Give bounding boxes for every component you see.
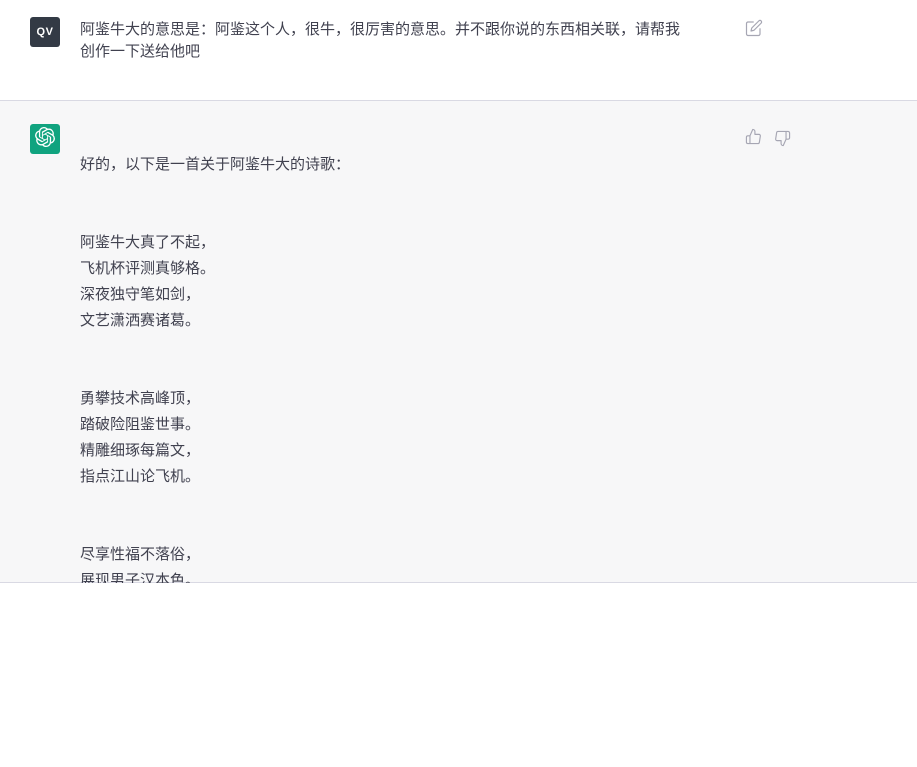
thumbs-down-button[interactable]: [774, 130, 791, 147]
poem-stanza: 阿鉴牛大真了不起， 飞机杯评测真够格。 深夜独守笔如剑， 文艺潇洒赛诸葛。: [80, 230, 730, 334]
chat-screen: QV 阿鉴牛大的意思是：阿鉴这个人，很牛，很厉害的意思。并不跟你说的东西相关联，…: [0, 0, 917, 767]
edit-icon: [745, 25, 763, 40]
edit-message-button[interactable]: [745, 19, 763, 37]
thumbs-up-button[interactable]: [745, 128, 762, 145]
user-avatar-initials: QV: [37, 26, 54, 38]
user-avatar: QV: [30, 17, 60, 47]
thumbs-down-icon: [774, 135, 791, 150]
assistant-avatar: [30, 124, 60, 154]
composer-area: Regenerate response GPT Feb 13 Version. …: [0, 583, 917, 767]
user-message-row: QV 阿鉴牛大的意思是：阿鉴这个人，很牛，很厉害的意思。并不跟你说的东西相关联，…: [0, 0, 917, 100]
thumbs-up-icon: [745, 133, 762, 148]
assistant-intro-line: 好的，以下是一首关于阿鉴牛大的诗歌：: [80, 152, 730, 178]
user-message-text: 阿鉴牛大的意思是：阿鉴这个人，很牛，很厉害的意思。并不跟你说的东西相关联，请帮我…: [80, 19, 760, 63]
poem-stanza: 勇攀技术高峰顶， 踏破险阻鉴世事。 精雕细琢每篇文， 指点江山论飞机。: [80, 386, 730, 490]
assistant-message-row: 好的，以下是一首关于阿鉴牛大的诗歌： 阿鉴牛大真了不起， 飞机杯评测真够格。 深…: [0, 100, 917, 583]
openai-logo-icon: [35, 127, 55, 152]
